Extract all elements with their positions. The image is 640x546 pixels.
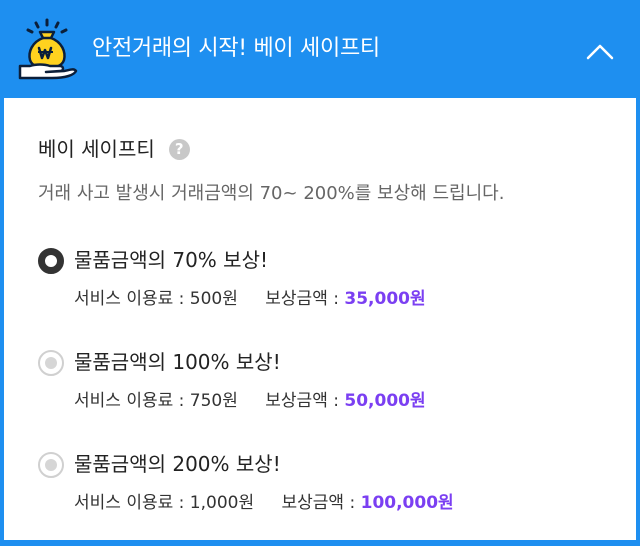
bay-safety-widget: 안전거래의 시작! 베이 세이프티 베이 세이프티 ? 거래 사고 발생시 거래…: [0, 0, 640, 546]
option-200-percent[interactable]: 물품금액의 200% 보상! 서비스 이용료 : 1,000원 보상금액 : 1…: [38, 448, 598, 528]
fee-label: 서비스 이용료 :: [74, 493, 185, 513]
reward-label: 보상금액 :: [265, 391, 339, 411]
fee-info: 서비스 이용료 : 750원: [74, 391, 243, 411]
reward-amount: 100,000원: [360, 493, 454, 513]
content-panel: 베이 세이프티 ? 거래 사고 발생시 거래금액의 70~ 200%를 보상해 …: [4, 98, 636, 540]
reward-info: 보상금액 : 50,000원: [265, 391, 425, 411]
option-detail: 서비스 이용료 : 1,000원 보상금액 : 100,000원: [74, 490, 454, 516]
radio-button[interactable]: [38, 452, 64, 478]
option-label: 물품금액의 70% 보상!: [74, 248, 268, 272]
fee-info: 서비스 이용료 : 1,000원: [74, 493, 260, 513]
reward-amount: 35,000원: [344, 289, 426, 309]
description: 거래 사고 발생시 거래금액의 70~ 200%를 보상해 드립니다.: [38, 183, 505, 204]
radio-button-selected[interactable]: [38, 248, 64, 274]
fee-value: 1,000원: [189, 493, 255, 513]
reward-info: 보상금액 : 35,000원: [265, 289, 425, 309]
question-circle-icon[interactable]: ?: [168, 138, 190, 160]
fee-label: 서비스 이용료 :: [74, 391, 185, 411]
money-bag-hand-icon: [18, 18, 78, 80]
option-detail: 서비스 이용료 : 750원 보상금액 : 50,000원: [74, 388, 426, 414]
header: 안전거래의 시작! 베이 세이프티: [4, 4, 636, 96]
reward-info: 보상금액 : 100,000원: [282, 493, 454, 513]
fee-value: 500원: [189, 289, 238, 309]
chevron-up-icon[interactable]: [582, 34, 618, 70]
option-100-percent[interactable]: 물품금액의 100% 보상! 서비스 이용료 : 750원 보상금액 : 50,…: [38, 346, 598, 426]
option-label: 물품금액의 100% 보상!: [74, 350, 281, 374]
reward-amount: 50,000원: [344, 391, 426, 411]
radio-button[interactable]: [38, 350, 64, 376]
reward-label: 보상금액 :: [265, 289, 339, 309]
section-title-text: 베이 세이프티: [38, 137, 155, 161]
option-70-percent[interactable]: 물품금액의 70% 보상! 서비스 이용료 : 500원 보상금액 : 35,0…: [38, 244, 598, 324]
option-label: 물품금액의 200% 보상!: [74, 452, 281, 476]
reward-label: 보상금액 :: [281, 493, 356, 513]
section-title: 베이 세이프티 ?: [38, 136, 190, 162]
fee-value: 750원: [189, 391, 238, 411]
fee-label: 서비스 이용료 :: [74, 289, 185, 309]
header-title: 안전거래의 시작! 베이 세이프티: [92, 36, 380, 61]
fee-info: 서비스 이용료 : 500원: [74, 289, 243, 309]
option-detail: 서비스 이용료 : 500원 보상금액 : 35,000원: [74, 286, 426, 312]
